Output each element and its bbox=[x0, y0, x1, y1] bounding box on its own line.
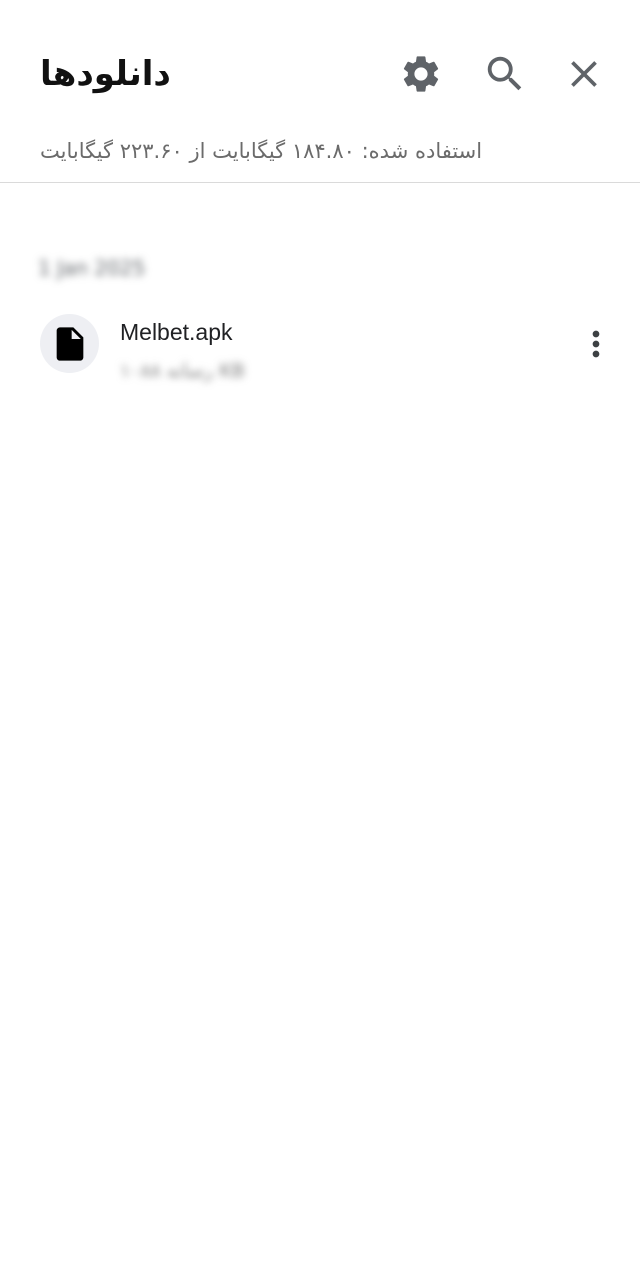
header-divider bbox=[0, 182, 640, 183]
header-bar: دانلودها bbox=[0, 0, 640, 130]
storage-summary: استفاده شده: ۱۸۴.۸۰ گیگابایت از ۲۲۳.۶۰ گ… bbox=[40, 139, 483, 163]
close-icon bbox=[571, 61, 597, 87]
page-title: دانلودها bbox=[40, 54, 171, 94]
file-thumbnail bbox=[40, 314, 99, 373]
item-menu-button[interactable] bbox=[572, 320, 620, 368]
file-name: Melbet.apk bbox=[120, 319, 233, 345]
more-vert-icon bbox=[592, 330, 600, 358]
downloads-screen: دانلودها استفاده شده: ۱۸۴.۸۰ گیگابایت از… bbox=[0, 0, 640, 1280]
settings-button[interactable] bbox=[397, 50, 445, 98]
gear-icon bbox=[403, 56, 439, 92]
file-meta: رسانه ۱۰۸۸ KB bbox=[120, 360, 245, 382]
file-icon bbox=[56, 326, 83, 361]
download-item[interactable]: Melbet.apk رسانه ۱۰۸۸ KB bbox=[0, 300, 640, 400]
close-button[interactable] bbox=[560, 50, 608, 98]
date-group-header: 1 Jan 2025 bbox=[38, 256, 146, 280]
search-icon bbox=[487, 56, 522, 91]
search-button[interactable] bbox=[481, 50, 529, 98]
